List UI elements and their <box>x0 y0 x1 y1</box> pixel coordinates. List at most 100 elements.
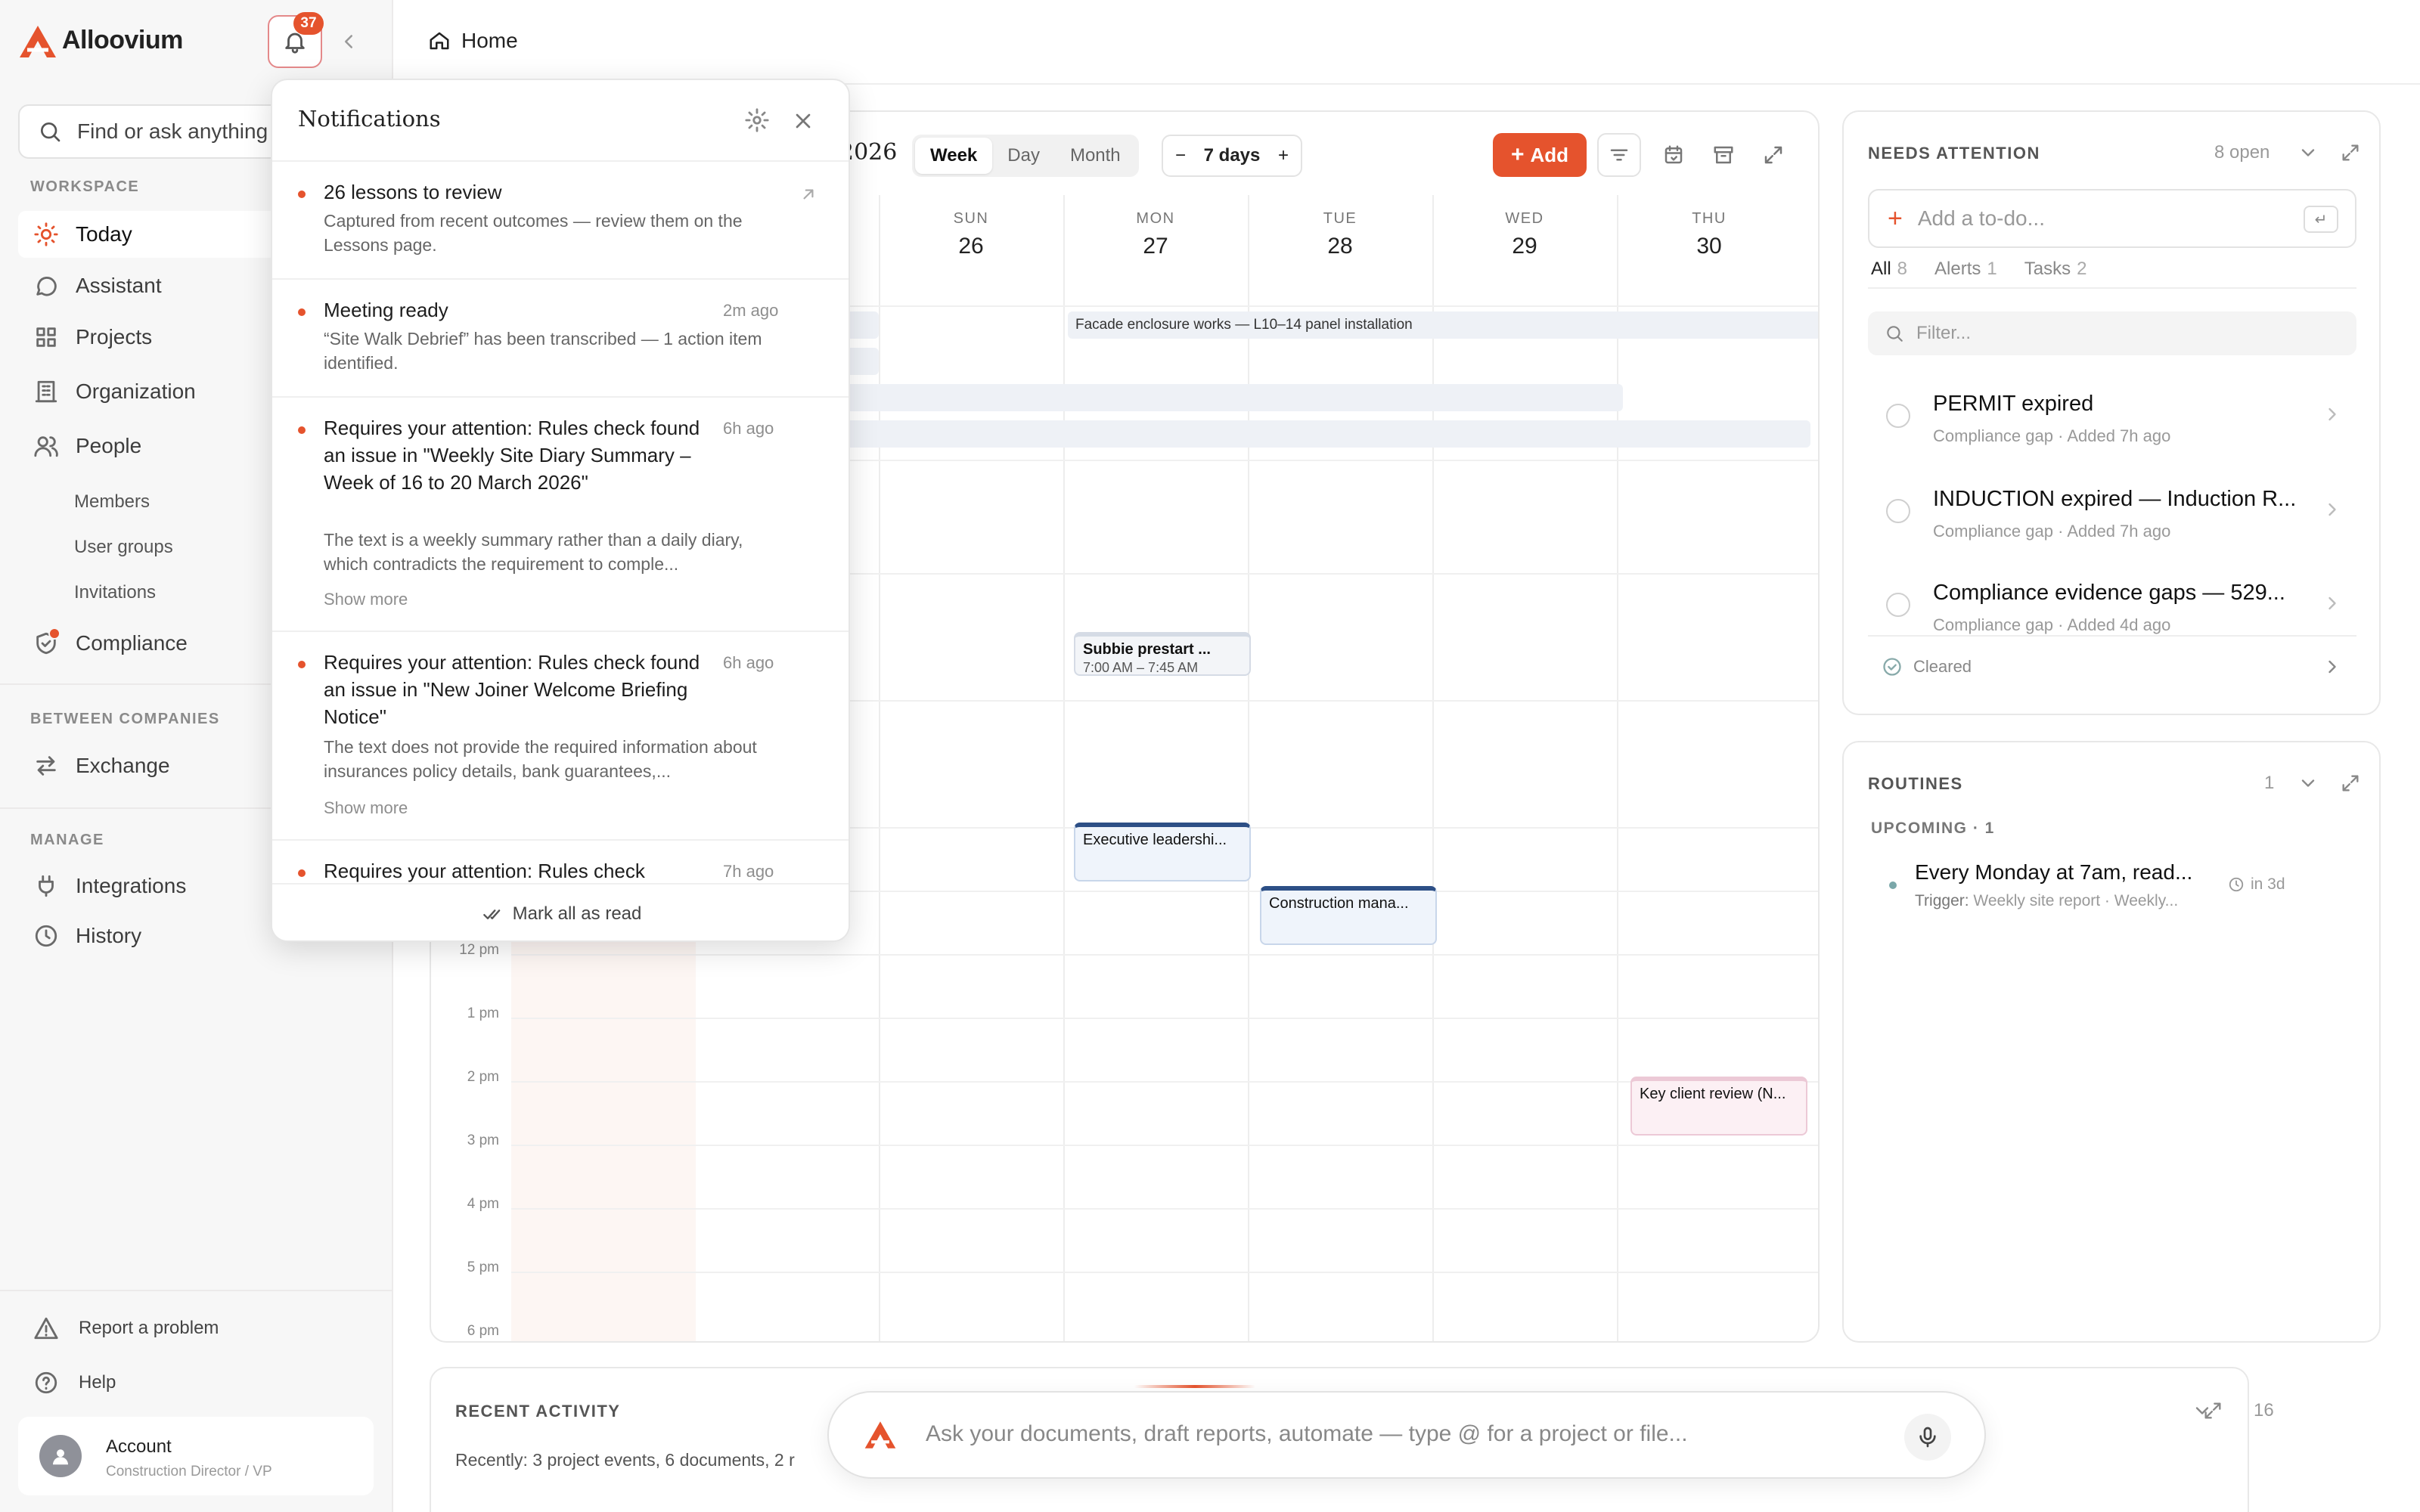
breadcrumb[interactable]: Home <box>428 29 518 53</box>
notifications-title: Notifications <box>298 106 441 132</box>
routine-title[interactable]: Every Monday at 7am, read... <box>1915 860 2192 885</box>
enter-key-icon[interactable]: ↵ <box>2304 206 2338 233</box>
allday-event-facade[interactable]: Facade enclosure works — L10–14 panel in… <box>1068 311 1818 339</box>
notifications-popover: Notifications 26 lessons to review Captu… <box>271 79 850 942</box>
mark-all-read-button[interactable]: Mark all as read <box>272 883 849 940</box>
add-todo-input[interactable]: + Add a to-do... ↵ <box>1868 189 2356 248</box>
ask-placeholder: Ask your documents, draft reports, autom… <box>926 1421 1688 1446</box>
event-executive-leadership[interactable]: Executive leadershi... <box>1074 823 1251 881</box>
tab-tasks[interactable]: Tasks 2 <box>2024 259 2087 280</box>
archive-button[interactable] <box>1702 133 1745 177</box>
notification-body: The text is a weekly summary rather than… <box>324 530 743 574</box>
increase-range-button[interactable]: + <box>1278 145 1289 166</box>
expand-calendar-button[interactable] <box>1751 133 1795 177</box>
attention-filter-input[interactable]: Filter... <box>1868 311 2356 355</box>
sidebar-subitem-invitations[interactable]: Invitations <box>74 582 156 603</box>
event-key-client-review[interactable]: Key client review (N... <box>1630 1077 1807 1136</box>
allday-event-bar[interactable] <box>809 384 1623 411</box>
show-more-link[interactable]: Show more <box>324 798 408 818</box>
warning-triangle-icon <box>34 1317 58 1340</box>
divider <box>1868 635 2356 637</box>
routine-status-dot <box>1889 881 1897 889</box>
attention-item[interactable]: INDUCTION expired — Induction R... Compl… <box>1868 470 2356 564</box>
tab-all[interactable]: All 8 <box>1871 259 1907 280</box>
close-icon[interactable] <box>791 109 815 133</box>
day-header-wed[interactable]: WED 29 <box>1432 210 1617 259</box>
hour-line <box>511 954 1818 956</box>
help-link[interactable]: Help <box>33 1370 116 1396</box>
day-header-mon[interactable]: MON 27 <box>1063 210 1248 259</box>
avatar <box>39 1435 82 1477</box>
notification-item[interactable]: Requires your attention: Rules check fou… <box>272 631 849 839</box>
expand-icon[interactable] <box>2202 1400 2223 1421</box>
show-more-link[interactable]: Show more <box>324 590 408 609</box>
ask-bar[interactable]: Ask your documents, draft reports, autom… <box>827 1391 1986 1479</box>
day-header-thu[interactable]: THU 30 <box>1617 210 1801 259</box>
notification-title: Meeting ready <box>324 299 448 321</box>
sidebar-item-label: Assistant <box>76 274 162 297</box>
chevron-down-icon[interactable] <box>2297 773 2319 794</box>
report-problem-link[interactable]: Report a problem <box>33 1315 219 1341</box>
attention-item-category: Compliance gap <box>1933 522 2053 541</box>
calendar-settings-button[interactable] <box>1652 133 1696 177</box>
arrow-up-right-icon[interactable] <box>799 184 818 204</box>
decrease-range-button[interactable]: − <box>1175 145 1186 166</box>
attention-item-title: Compliance evidence gaps — 529... <box>1933 581 2285 605</box>
expand-icon[interactable] <box>2340 773 2361 794</box>
attention-item[interactable]: PERMIT expired Compliance gap · Added 7h… <box>1868 375 2356 469</box>
notification-item[interactable]: Meeting ready 2m ago “Site Walk Debrief”… <box>272 278 849 396</box>
unread-dot <box>298 308 306 316</box>
sidebar-subitem-user-groups[interactable]: User groups <box>74 537 173 558</box>
range-label: 7 days <box>1203 145 1261 166</box>
routine-trigger: Trigger: Weekly site report · Weekly... <box>1915 892 2178 910</box>
collapse-sidebar-icon[interactable] <box>337 30 360 53</box>
expand-icon[interactable] <box>2340 142 2361 163</box>
chevron-right-icon[interactable] <box>2322 656 2343 677</box>
filter-lines-icon <box>1610 149 1628 161</box>
attention-item-category: Compliance gap <box>1933 426 2053 445</box>
event-subbie-prestart[interactable]: Subbie prestart ... 7:00 AM – 7:45 AM <box>1074 632 1251 676</box>
gear-icon[interactable] <box>744 107 770 133</box>
attention-item[interactable]: Compliance evidence gaps — 529... Compli… <box>1868 564 2356 635</box>
event-construction-management[interactable]: Construction mana... <box>1260 886 1437 945</box>
allday-event-bar[interactable] <box>809 420 1810 448</box>
double-check-icon <box>482 909 500 919</box>
upcoming-label: UPCOMING · 1 <box>1871 820 1995 837</box>
day-header-sun[interactable]: SUN 26 <box>879 210 1063 259</box>
chevron-right-icon <box>2328 503 2336 516</box>
view-week-button[interactable]: Week <box>915 138 993 174</box>
notification-item[interactable]: Requires your attention: Rules check fou… <box>272 396 849 631</box>
chevron-down-icon[interactable] <box>2297 142 2319 163</box>
tab-count: 1 <box>1987 259 1997 279</box>
complete-checkbox[interactable] <box>1886 499 1910 523</box>
sidebar-item-label: Integrations <box>76 874 187 897</box>
notification-item[interactable]: 26 lessons to review Captured from recen… <box>272 160 849 278</box>
sidebar-subitem-members[interactable]: Members <box>74 491 150 513</box>
help-label: Help <box>79 1372 116 1393</box>
complete-checkbox[interactable] <box>1886 404 1910 428</box>
add-event-button[interactable]: + Add <box>1493 133 1587 177</box>
complete-checkbox[interactable] <box>1886 593 1910 617</box>
view-day-button[interactable]: Day <box>992 138 1055 174</box>
microphone-button[interactable] <box>1904 1414 1951 1461</box>
cleared-toggle[interactable]: Cleared <box>1882 656 1972 677</box>
view-month-button[interactable]: Month <box>1055 138 1136 174</box>
day-header-tue[interactable]: TUE 28 <box>1248 210 1432 259</box>
todo-placeholder: Add a to-do... <box>1917 206 2045 230</box>
notification-count-badge: 37 <box>293 12 324 35</box>
sidebar-item-label: Exchange <box>76 754 170 777</box>
hour-line <box>511 1145 1818 1146</box>
recent-summary: Recently: 3 project events, 6 documents,… <box>455 1450 795 1470</box>
add-label: Add <box>1530 143 1569 166</box>
alloovium-logo-icon <box>20 26 56 57</box>
filter-button[interactable] <box>1597 133 1641 177</box>
sidebar-item-label: Compliance <box>76 631 188 655</box>
account-card[interactable]: Account Construction Director / VP <box>18 1417 374 1495</box>
tab-alerts[interactable]: Alerts 1 <box>1934 259 1997 280</box>
clock-icon <box>35 925 57 947</box>
event-title: Subbie prestart ... <box>1083 641 1211 658</box>
panel-title: ROUTINES <box>1868 774 1963 793</box>
chevron-right-icon <box>2328 407 2336 421</box>
routine-due-label: in 3d <box>2251 875 2285 893</box>
event-time: 7:00 AM – 7:45 AM <box>1083 660 1199 675</box>
